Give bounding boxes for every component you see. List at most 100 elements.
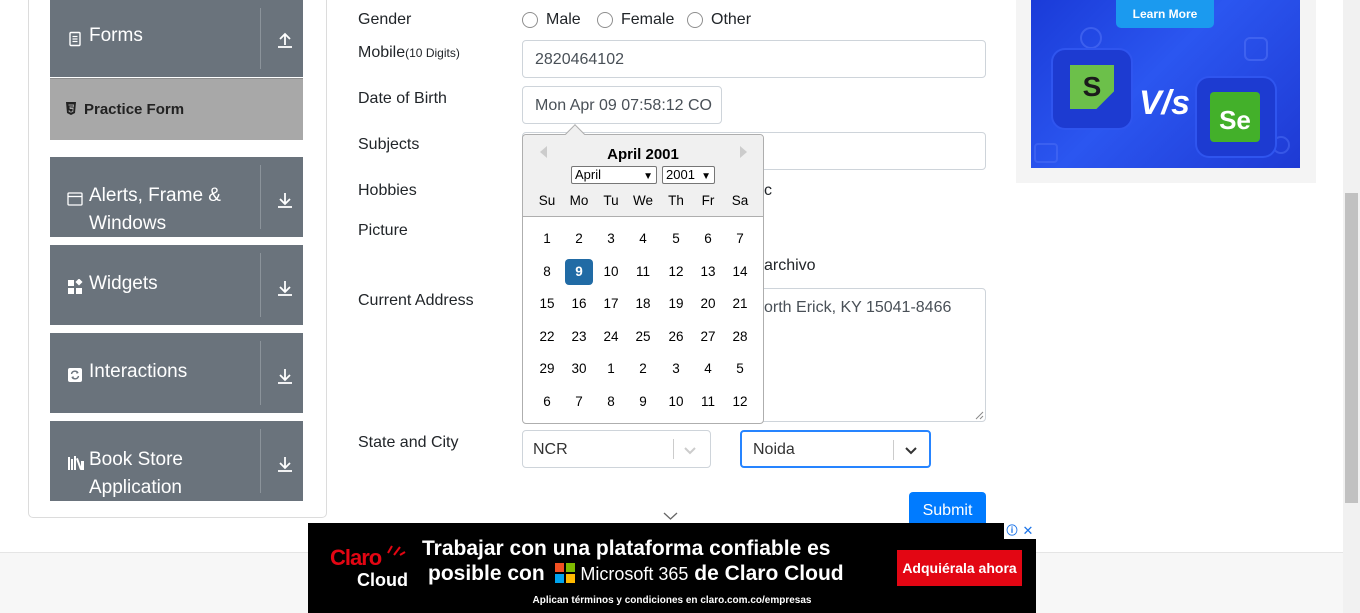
calendar-day[interactable]: 6 [533, 389, 561, 415]
calendar-day[interactable]: 8 [597, 389, 625, 415]
calendar-day[interactable]: 21 [726, 291, 754, 317]
gender-option-other[interactable]: Other [711, 11, 751, 29]
download-icon[interactable] [276, 367, 294, 385]
dob-input[interactable]: Mon Apr 09 07:58:12 CO [522, 86, 722, 124]
calendar-day[interactable]: 7 [565, 389, 593, 415]
microsoft-logo-icon [554, 563, 575, 583]
calendar-day[interactable]: 1 [597, 356, 625, 382]
calendar-day[interactable]: 24 [597, 324, 625, 350]
calendar-day[interactable]: 2 [565, 226, 593, 252]
chevron-down-icon[interactable] [683, 443, 697, 457]
scrollbar-thumb[interactable] [1345, 193, 1358, 503]
calendar-day[interactable]: 9 [629, 389, 657, 415]
calendar-day[interactable]: 28 [726, 324, 754, 350]
advertisement-image[interactable]: Learn More S V/s Se [1031, 0, 1300, 168]
sidebar-group-book-store[interactable]: Book Store Application [50, 421, 303, 501]
calendar-day[interactable]: 3 [662, 356, 690, 382]
calendar-day[interactable]: 4 [629, 226, 657, 252]
file-chooser-partial-label[interactable]: archivo [764, 257, 816, 275]
calendar-day[interactable]: 3 [597, 226, 625, 252]
calendar-day[interactable]: 14 [726, 259, 754, 285]
calendar-day[interactable]: 18 [629, 291, 657, 317]
calendar-day[interactable]: 12 [726, 389, 754, 415]
sidebar-group-label: Widgets [89, 273, 158, 294]
sidebar-group-label: Alerts, Frame & [89, 185, 221, 206]
gender-radio-female[interactable] [597, 12, 613, 28]
selenium-logo-tile: Se [1197, 78, 1275, 156]
calendar-day[interactable]: 1 [533, 226, 561, 252]
gender-option-male[interactable]: Male [546, 11, 581, 29]
calendar-day[interactable]: 2 [629, 356, 657, 382]
year-select[interactable]: 2001 ▼ [662, 166, 715, 184]
claro-brand-line2: Cloud [357, 570, 408, 590]
claro-brand-line1: Claro [330, 545, 382, 570]
calendar-day[interactable]: 20 [694, 291, 722, 317]
sidebar-item-practice-form[interactable]: Practice Form [50, 78, 303, 140]
calendar-day[interactable]: 13 [694, 259, 722, 285]
gender-radio-male[interactable] [522, 12, 538, 28]
sidebar-group-interactions[interactable]: Interactions [50, 333, 303, 413]
sidebar-group-label: Interactions [89, 361, 188, 382]
month-select[interactable]: April ▼ [571, 166, 657, 184]
calendar-day[interactable]: 29 [533, 356, 561, 382]
sidebar-group-forms[interactable]: Forms [50, 0, 303, 77]
upload-icon[interactable] [276, 31, 294, 49]
calendar-day-selected[interactable]: 9 [565, 259, 593, 285]
year-select-value: 2001 [666, 167, 695, 182]
sidebar-item-label: Practice Form [84, 101, 185, 118]
calendar-day[interactable]: 12 [662, 259, 690, 285]
download-icon[interactable] [276, 191, 294, 209]
state-city-label: State and City [358, 434, 459, 451]
gender-option-female[interactable]: Female [621, 11, 674, 29]
calendar-day[interactable]: 25 [629, 324, 657, 350]
chevron-down-icon[interactable] [904, 443, 918, 457]
calendar-day[interactable]: 27 [694, 324, 722, 350]
ad-cta-button[interactable]: Adquiérala ahora [897, 550, 1022, 586]
datepicker-month-title: April 2001 [607, 146, 679, 163]
calendar-day[interactable]: 26 [662, 324, 690, 350]
calendar-day[interactable]: 19 [662, 291, 690, 317]
calendar-day[interactable]: 5 [726, 356, 754, 382]
divider [673, 439, 674, 459]
month-select-value: April [575, 167, 602, 182]
calendar-day[interactable]: 10 [597, 259, 625, 285]
divider [260, 165, 261, 229]
subjects-label: Subjects [358, 136, 420, 153]
ad-close-icon[interactable]: ✕ [1020, 523, 1036, 539]
weekday-header: Tu [603, 193, 619, 208]
calendar-day[interactable]: 10 [662, 389, 690, 415]
divider [893, 440, 894, 460]
calendar-day[interactable]: 22 [533, 324, 561, 350]
state-select[interactable]: NCR [522, 430, 711, 468]
stackify-logo-tile: S [1053, 50, 1131, 128]
calendar-day[interactable]: 11 [629, 259, 657, 285]
address-label: Current Address [358, 292, 474, 309]
sidebar-group-widgets[interactable]: Widgets [50, 245, 303, 325]
bottom-advertisement[interactable]: Claro Cloud Trabajar con una plataforma … [308, 523, 1036, 613]
gender-radio-other[interactable] [687, 12, 703, 28]
calendar-day[interactable]: 15 [533, 291, 561, 317]
calendar-day[interactable]: 30 [565, 356, 593, 382]
calendar-day[interactable]: 7 [726, 226, 754, 252]
calendar-day[interactable]: 23 [565, 324, 593, 350]
sidebar-group-alerts[interactable]: Alerts, Frame & Windows [50, 157, 303, 237]
calendar-day[interactable]: 5 [662, 226, 690, 252]
dob-label: Date of Birth [358, 90, 447, 107]
calendar-day[interactable]: 4 [694, 356, 722, 382]
calendar-day[interactable]: 6 [694, 226, 722, 252]
download-icon[interactable] [276, 279, 294, 297]
hobby-partial-label[interactable]: c [764, 182, 772, 200]
claro-brand: Claro Cloud [330, 543, 410, 593]
divider [260, 429, 261, 493]
mobile-input[interactable]: 2820464102 [522, 40, 986, 78]
resize-handle-icon[interactable] [975, 411, 984, 420]
ad-choices-icon[interactable]: ⓘ [1004, 523, 1020, 539]
calendar-day[interactable]: 11 [694, 389, 722, 415]
weekday-header: Fr [701, 193, 715, 208]
calendar-day[interactable]: 17 [597, 291, 625, 317]
calendar-day[interactable]: 16 [565, 291, 593, 317]
mobile-label-text: Mobile [358, 44, 406, 61]
city-select[interactable]: Noida [740, 430, 931, 468]
calendar-day[interactable]: 8 [533, 259, 561, 285]
download-icon[interactable] [276, 455, 294, 473]
